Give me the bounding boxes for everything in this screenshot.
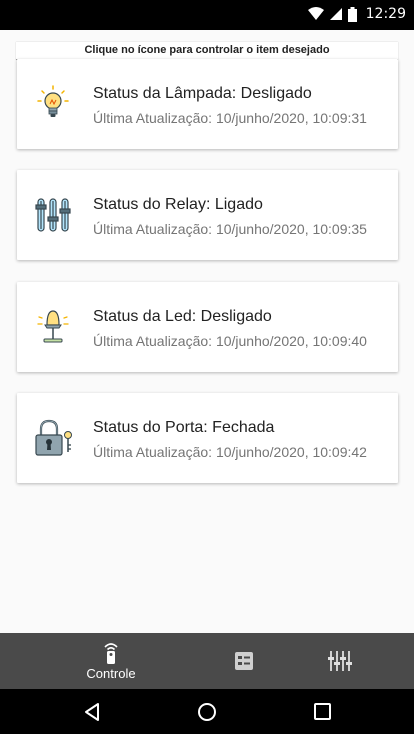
sliders-icon[interactable] — [33, 195, 73, 235]
equalizer-icon — [328, 651, 352, 671]
status-bar: 12:29 — [0, 0, 414, 30]
home-icon[interactable] — [196, 701, 218, 723]
card-title: Status da Lâmpada: Desligado — [93, 85, 312, 102]
padlock-key-icon[interactable] — [33, 418, 73, 458]
bottom-navigation: Controle — [0, 633, 414, 689]
card-relay[interactable]: Status do Relay: Ligado Última Atualizaç… — [17, 170, 398, 260]
recents-icon[interactable] — [312, 701, 334, 723]
nav-ajustes[interactable] — [314, 633, 366, 689]
card-updated: Última Atualização: 10/junho/2020, 10:09… — [93, 333, 367, 349]
card-lampada[interactable]: Status da Lâmpada: Desligado Última Atua… — [17, 59, 398, 149]
hint-text: Clique no ícone para controlar o item de… — [16, 42, 398, 60]
list-icon — [235, 652, 253, 670]
signal-icon — [329, 8, 342, 20]
status-icons: 12:29 — [307, 6, 406, 22]
status-time: 12:29 — [365, 6, 406, 22]
lamp-icon[interactable] — [33, 307, 73, 347]
card-title: Status do Relay: Ligado — [93, 196, 263, 213]
card-updated: Última Atualização: 10/junho/2020, 10:09… — [93, 221, 367, 237]
system-navigation-bar — [0, 689, 414, 734]
lightbulb-icon[interactable] — [33, 84, 73, 124]
nav-controle-label: Controle — [86, 665, 136, 681]
wifi-icon — [307, 7, 324, 20]
card-title: Status da Led: Desligado — [93, 308, 272, 325]
card-updated: Última Atualização: 10/junho/2020, 10:09… — [93, 110, 367, 126]
battery-icon — [347, 6, 357, 22]
card-updated: Última Atualização: 10/junho/2020, 10:09… — [93, 444, 367, 460]
back-icon[interactable] — [81, 701, 103, 723]
remote-control-icon — [104, 642, 118, 664]
nav-lista[interactable] — [218, 633, 270, 689]
main-content: Clique no ícone para controlar o item de… — [0, 30, 414, 633]
card-porta[interactable]: Status do Porta: Fechada Última Atualiza… — [17, 393, 398, 483]
card-led[interactable]: Status da Led: Desligado Última Atualiza… — [17, 282, 398, 372]
card-title: Status do Porta: Fechada — [93, 419, 275, 436]
nav-controle[interactable]: Controle — [70, 633, 152, 689]
